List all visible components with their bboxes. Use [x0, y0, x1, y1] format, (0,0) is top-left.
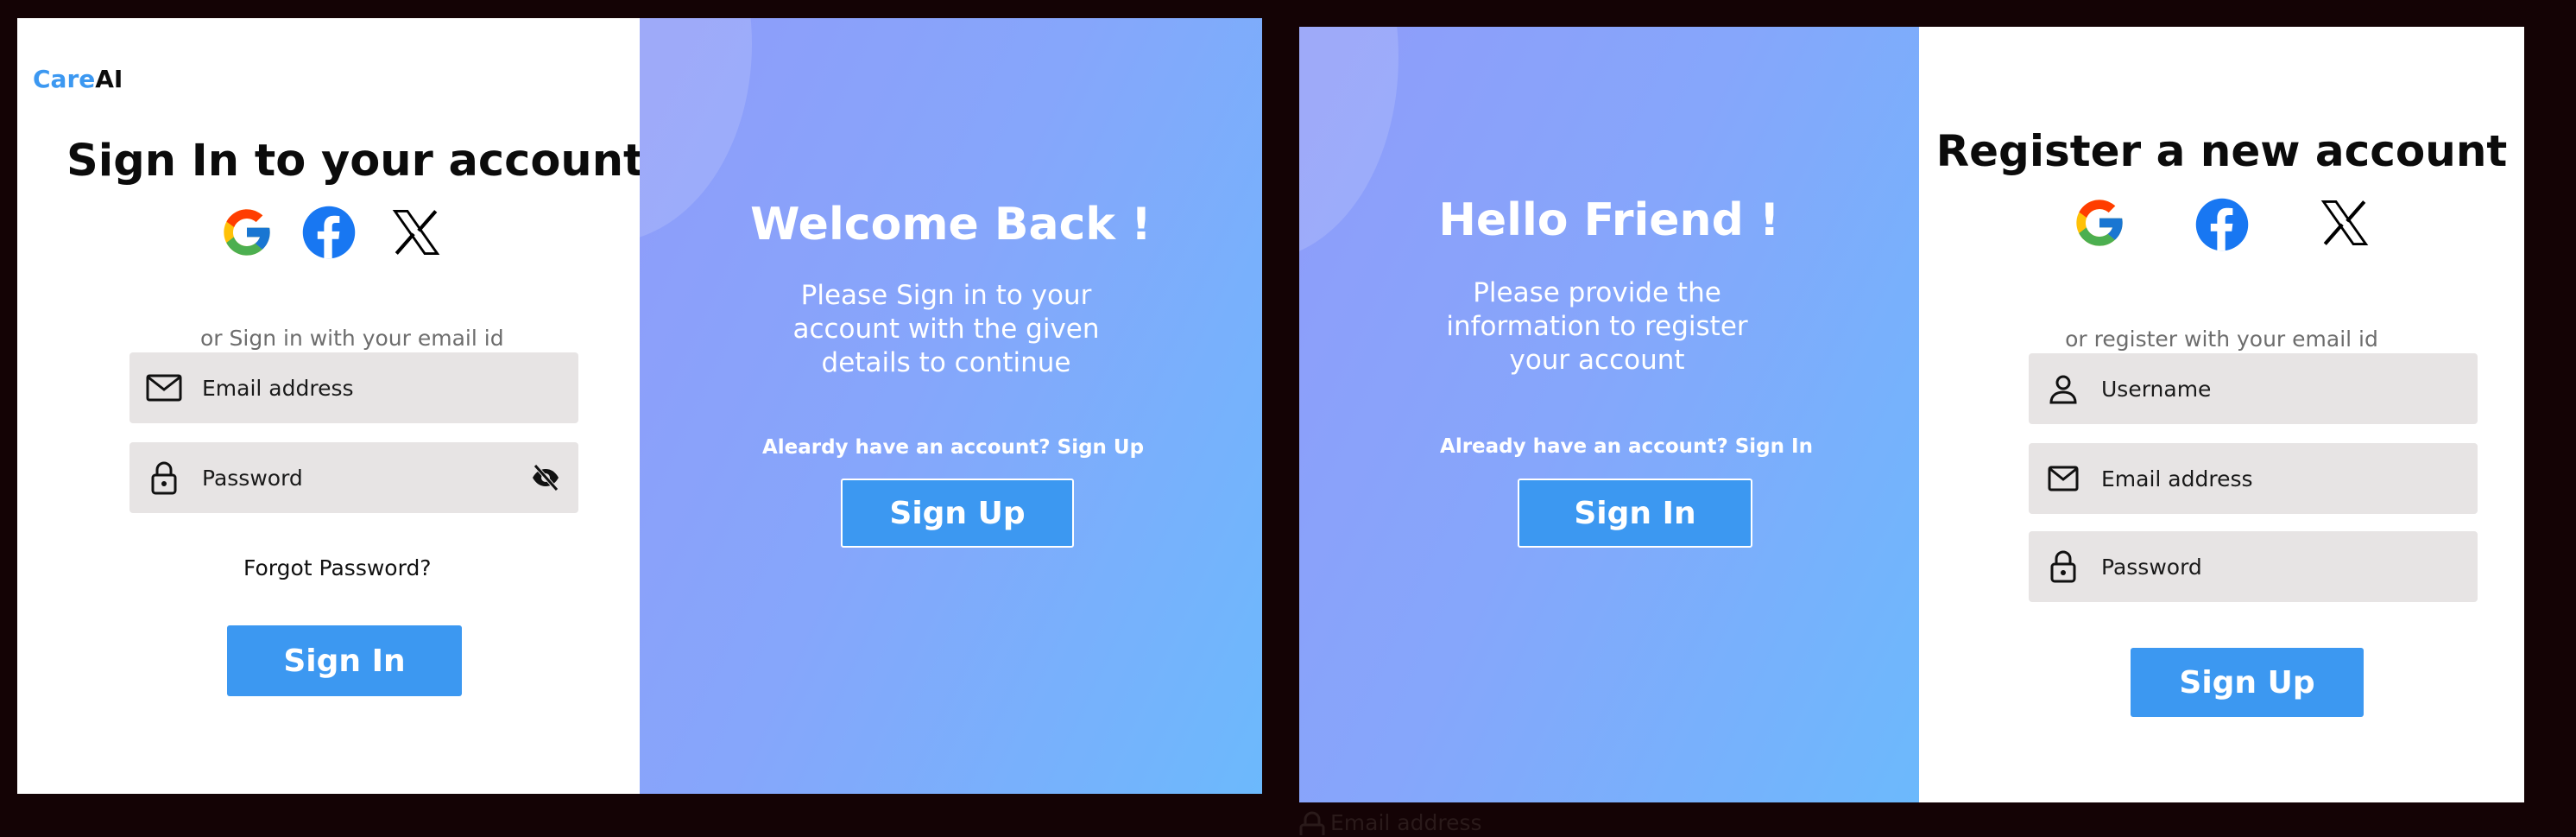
overflow-email-text: Email address [1330, 810, 1482, 835]
welcome-body: Please Sign in to your account with the … [640, 279, 1253, 380]
eye-off-icon[interactable] [527, 459, 565, 497]
google-signin-button[interactable] [218, 204, 275, 261]
welcome-body-line: Please Sign in to your [800, 280, 1092, 311]
mail-icon [145, 369, 183, 407]
facebook-register-button[interactable] [2194, 196, 2251, 253]
lock-icon [145, 459, 183, 497]
signin-panel: CareAI Sign In to your account or Sign i… [17, 18, 644, 794]
x-icon [392, 210, 440, 255]
x-register-button[interactable] [2316, 194, 2373, 251]
hello-body: Please provide the information to regist… [1299, 276, 1895, 377]
overflow-email-label: Email address [1299, 810, 1482, 835]
mail-icon [2044, 460, 2082, 498]
welcome-title: Welcome Back ! [750, 199, 1152, 250]
register-email-field[interactable] [2029, 443, 2478, 514]
logo: CareAI [33, 65, 123, 93]
google-register-button[interactable] [2071, 194, 2128, 251]
forgot-password-link[interactable]: Forgot Password? [243, 555, 432, 580]
facebook-signin-button[interactable] [300, 204, 357, 261]
register-password-field[interactable] [2029, 531, 2478, 602]
signin-divider-text: or Sign in with your email id [200, 326, 504, 351]
signin-password-input[interactable] [202, 465, 578, 491]
register-username-field[interactable] [2029, 353, 2478, 424]
hello-body-line: Please provide the [1473, 277, 1721, 308]
logo-ai: AI [95, 65, 123, 93]
welcome-body-line: details to continue [821, 347, 1071, 378]
welcome-prompt: Aleardy have an account? Sign Up [761, 436, 1145, 459]
register-panel: Register a new account or register with … [1919, 27, 2524, 802]
welcome-back-panel: Welcome Back ! Please Sign in to your ac… [640, 18, 1262, 794]
register-password-input[interactable] [2101, 554, 2478, 580]
x-signin-button[interactable] [388, 204, 445, 261]
logo-care: Care [33, 65, 96, 93]
hello-title: Hello Friend ! [1438, 194, 1780, 246]
hello-body-line: information to register [1446, 311, 1748, 342]
welcome-body-line: account with the given [792, 314, 1100, 345]
facebook-icon [302, 206, 356, 259]
user-icon [2044, 370, 2082, 408]
google-icon [2076, 200, 2123, 246]
hello-body-line: your account [1509, 345, 1685, 376]
google-icon [224, 209, 270, 256]
register-submit-button[interactable]: Sign Up [2131, 648, 2364, 717]
register-email-input[interactable] [2101, 466, 2478, 491]
register-title: Register a new account [1935, 126, 2508, 176]
signin-password-field[interactable] [129, 442, 578, 513]
signin-title: Sign In to your account [66, 136, 645, 187]
signin-submit-button[interactable]: Sign In [227, 625, 462, 696]
facebook-icon [2195, 198, 2249, 251]
hello-signin-button[interactable]: Sign In [1518, 479, 1752, 548]
register-username-input[interactable] [2101, 376, 2478, 402]
signin-email-input[interactable] [202, 375, 578, 401]
register-divider-text: or register with your email id [2065, 327, 2378, 352]
hello-friend-panel: Hello Friend ! Please provide the inform… [1299, 27, 1919, 802]
signin-email-field[interactable] [129, 352, 578, 423]
lock-icon [2044, 548, 2082, 586]
welcome-signup-button[interactable]: Sign Up [841, 479, 1074, 548]
hello-prompt: Already have an account? Sign In [1440, 435, 1813, 458]
x-icon [2320, 200, 2369, 245]
lock-icon [1299, 811, 1325, 835]
